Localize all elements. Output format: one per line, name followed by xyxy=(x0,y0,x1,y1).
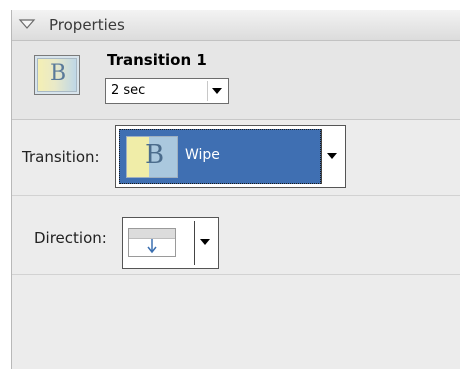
wipe-preview-glyph: B xyxy=(145,140,165,170)
collapse-triangle-icon[interactable] xyxy=(18,18,36,34)
divider xyxy=(12,195,460,196)
transition-selected-item[interactable]: B Wipe xyxy=(119,129,321,184)
duration-dropdown-button[interactable] xyxy=(207,81,226,101)
duration-value: 2 sec xyxy=(111,83,146,98)
duration-dropdown[interactable]: 2 sec xyxy=(105,78,229,104)
divider xyxy=(12,274,460,275)
direction-preview xyxy=(128,228,176,257)
chevron-down-icon xyxy=(200,239,210,245)
clip-info-row: B Transition 1 2 sec xyxy=(12,41,460,120)
direction-dropdown-button[interactable] xyxy=(194,221,215,265)
direction-dropdown[interactable] xyxy=(122,217,219,269)
properties-header[interactable]: Properties xyxy=(12,10,460,41)
clip-name: Transition 1 xyxy=(107,51,207,69)
arrow-down-icon xyxy=(147,239,157,254)
thumbnail-glyph: B xyxy=(50,61,67,86)
properties-panel: Properties B Transition 1 2 sec Transiti… xyxy=(11,10,460,369)
transition-thumbnail: B xyxy=(34,55,80,95)
direction-label: Direction: xyxy=(34,229,107,247)
transition-label: Transition: xyxy=(22,148,100,166)
transition-dropdown[interactable]: B Wipe xyxy=(115,125,346,188)
panel-title: Properties xyxy=(49,16,125,34)
transition-value: Wipe xyxy=(185,147,220,163)
transition-dropdown-button[interactable] xyxy=(321,129,342,184)
chevron-down-icon xyxy=(212,88,222,94)
wipe-preview-icon: B xyxy=(126,136,178,178)
chevron-down-icon xyxy=(327,153,337,159)
